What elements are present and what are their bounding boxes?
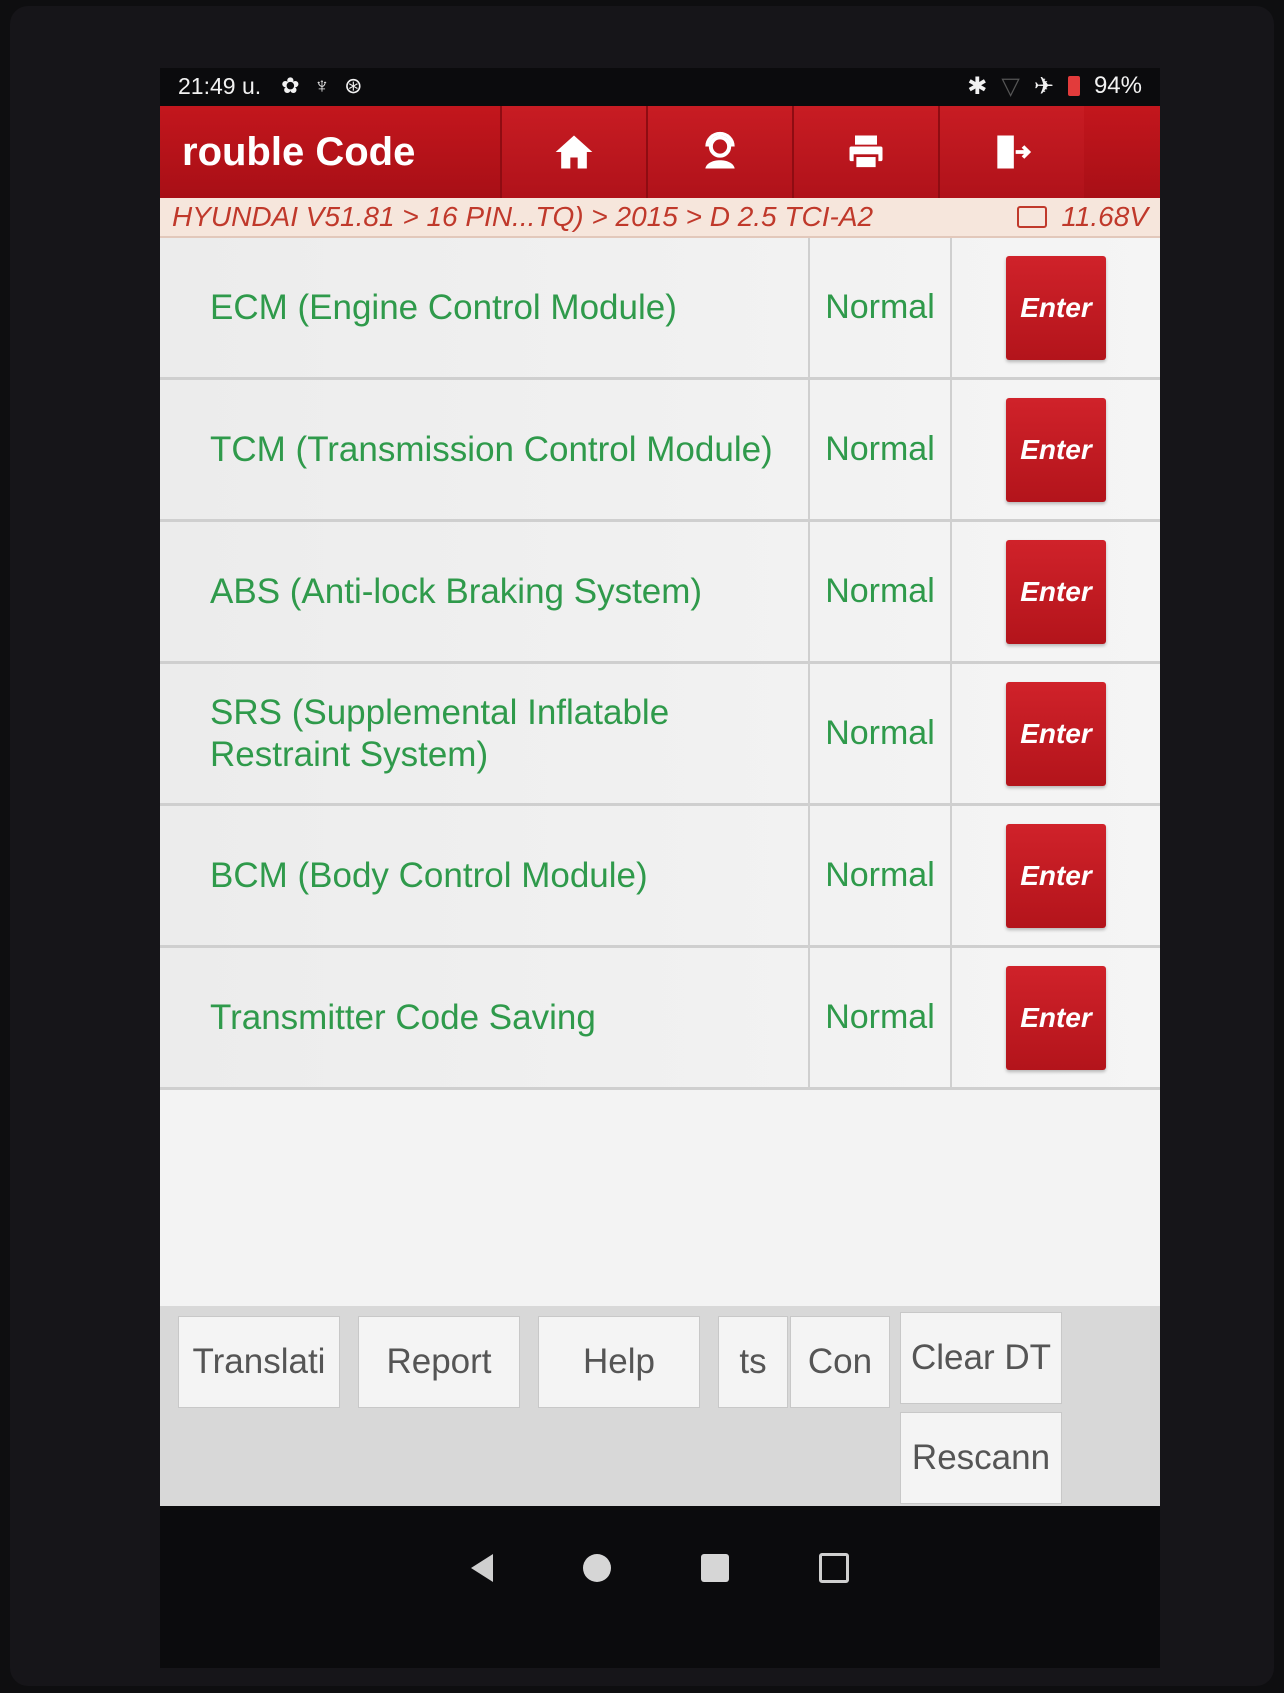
- enter-button[interactable]: Enter: [1006, 539, 1106, 644]
- battery-icon: [1067, 76, 1080, 96]
- title-bar: rouble Code: [160, 106, 1160, 198]
- car-battery-icon: [1017, 206, 1048, 228]
- enter-button[interactable]: Enter: [1006, 965, 1106, 1070]
- enter-cell: Enter: [952, 380, 1160, 519]
- stethoscope-icon: ♆: [313, 73, 331, 98]
- print-icon: [849, 135, 883, 170]
- support-button[interactable]: [646, 106, 792, 198]
- android-nav-bar: [160, 1508, 1160, 1628]
- enter-cell: Enter: [952, 522, 1160, 661]
- app-window: rouble Code HYUNDAI V51.81 > 16 PIN...TQ…: [160, 106, 1160, 1506]
- module-name: Transmitter Code Saving: [160, 948, 810, 1087]
- translate-button[interactable]: Translati: [178, 1316, 340, 1408]
- print-button[interactable]: [792, 106, 938, 198]
- module-row: SRS (Supplemental Inflatable Restraint S…: [160, 664, 1160, 806]
- con-button[interactable]: Con: [790, 1316, 890, 1408]
- module-name: BCM (Body Control Module): [160, 806, 810, 945]
- module-status: Normal: [810, 522, 952, 661]
- module-row: BCM (Body Control Module) Normal Enter: [160, 806, 1160, 948]
- enter-cell: Enter: [952, 664, 1160, 803]
- enter-button[interactable]: Enter: [1006, 397, 1106, 502]
- bluetooth-icon: ✱: [967, 72, 988, 100]
- bottom-toolbar: Translati Report Help ts Con Clear DT Re…: [160, 1306, 1160, 1506]
- exit-icon: [997, 135, 1032, 169]
- bluetooth-circle-icon: ⊛: [344, 73, 363, 98]
- breadcrumb-path: HYUNDAI V51.81 > 16 PIN...TQ) > 2015 > D…: [172, 201, 874, 232]
- module-status: Normal: [810, 380, 952, 519]
- module-status: Normal: [810, 238, 952, 377]
- screenshot-icon[interactable]: [819, 1553, 849, 1583]
- status-time: 21:49 u.: [178, 72, 262, 99]
- module-row: Transmitter Code Saving Normal Enter: [160, 948, 1160, 1090]
- breadcrumb: HYUNDAI V51.81 > 16 PIN...TQ) > 2015 > D…: [160, 198, 1160, 238]
- module-list: ECM (Engine Control Module) Normal Enter…: [160, 238, 1160, 1090]
- home-button[interactable]: [500, 106, 646, 198]
- module-status: Normal: [810, 948, 952, 1087]
- enter-cell: Enter: [952, 948, 1160, 1087]
- module-status: Normal: [810, 806, 952, 945]
- module-name: ABS (Anti-lock Braking System): [160, 522, 810, 661]
- module-row: TCM (Transmission Control Module) Normal…: [160, 380, 1160, 522]
- settings-icon: ✿: [281, 73, 300, 98]
- battery-voltage: 11.68V: [1061, 201, 1148, 232]
- back-icon[interactable]: [471, 1554, 493, 1582]
- rescan-button[interactable]: Rescann: [900, 1412, 1062, 1504]
- tablet-frame: 21:49 u. ✿ ♆ ⊛ ✱ ▽ ✈ 94% rouble Code HYU…: [10, 6, 1274, 1686]
- recents-icon[interactable]: [701, 1554, 729, 1582]
- status-bar: 21:49 u. ✿ ♆ ⊛ ✱ ▽ ✈ 94%: [160, 68, 1160, 104]
- screen: 21:49 u. ✿ ♆ ⊛ ✱ ▽ ✈ 94% rouble Code HYU…: [160, 68, 1160, 1668]
- enter-button[interactable]: Enter: [1006, 255, 1106, 360]
- module-name: ECM (Engine Control Module): [160, 238, 810, 377]
- module-status: Normal: [810, 664, 952, 803]
- report-button[interactable]: Report: [358, 1316, 520, 1408]
- enter-button[interactable]: Enter: [1006, 823, 1106, 928]
- home-icon: [555, 135, 593, 169]
- signal-icon: ▽: [1001, 72, 1020, 100]
- help-button[interactable]: Help: [538, 1316, 700, 1408]
- module-row: ECM (Engine Control Module) Normal Enter: [160, 238, 1160, 380]
- module-name: TCM (Transmission Control Module): [160, 380, 810, 519]
- page-title: rouble Code: [182, 129, 416, 174]
- enter-cell: Enter: [952, 806, 1160, 945]
- status-right: ✱ ▽ ✈ 94%: [967, 72, 1142, 101]
- home-circle-icon[interactable]: [583, 1554, 611, 1582]
- battery-percent: 94%: [1093, 72, 1142, 99]
- clear-dtc-button[interactable]: Clear DT: [900, 1312, 1062, 1404]
- ts-button[interactable]: ts: [718, 1316, 788, 1408]
- enter-cell: Enter: [952, 238, 1160, 377]
- module-name: SRS (Supplemental Inflatable Restraint S…: [160, 664, 810, 803]
- airplane-icon: ✈: [1033, 72, 1054, 100]
- module-row: ABS (Anti-lock Braking System) Normal En…: [160, 522, 1160, 664]
- support-icon: [705, 131, 735, 169]
- enter-button[interactable]: Enter: [1006, 681, 1106, 786]
- exit-button[interactable]: [938, 106, 1084, 198]
